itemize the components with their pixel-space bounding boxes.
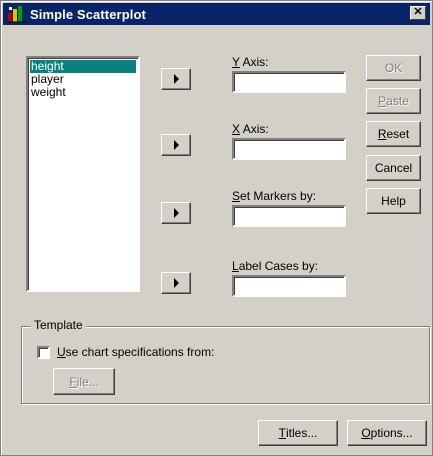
help-button[interactable]: Help [366,188,421,214]
window-title: Simple Scatterplot [30,6,146,22]
dialog-window: Simple Scatterplot ✕ height player weigh… [0,0,433,456]
move-to-label-cases-button[interactable] [161,272,191,294]
right-arrow-icon [173,74,179,84]
label-cases-label: Label Cases by: [232,259,319,273]
scatterplot-app-icon [7,5,27,23]
variable-list[interactable]: height player weight [26,56,140,292]
file-button[interactable]: File... [53,368,115,395]
reset-button[interactable]: Reset [366,121,421,147]
close-button[interactable]: ✕ [410,6,426,20]
right-arrow-icon [173,140,179,150]
move-to-set-markers-button[interactable] [161,202,191,224]
titles-button[interactable]: Titles... [258,420,338,446]
list-item[interactable]: weight [30,86,136,99]
set-markers-field[interactable] [232,205,346,227]
paste-button[interactable]: Paste [366,88,421,114]
move-to-x-axis-button[interactable] [161,134,191,156]
set-markers-label: Set Markers by: [232,189,317,203]
options-button[interactable]: Options... [347,420,427,446]
move-to-y-axis-button[interactable] [161,68,191,90]
use-chart-spec-label[interactable]: Use chart specifications from: [57,345,214,359]
x-axis-label: X Axis: [232,122,269,136]
close-icon: ✕ [413,6,423,18]
ok-button[interactable]: OK [366,55,421,81]
x-axis-field[interactable] [232,138,346,160]
template-group-title: Template [31,318,86,332]
title-bar[interactable]: Simple Scatterplot ✕ [3,3,430,25]
y-axis-label: Y Axis: [232,55,269,69]
right-arrow-icon [173,208,179,218]
cancel-button[interactable]: Cancel [366,155,421,181]
label-cases-field[interactable] [232,275,346,297]
right-arrow-icon [173,278,179,288]
use-chart-spec-checkbox[interactable] [37,346,50,359]
y-axis-field[interactable] [232,71,346,93]
